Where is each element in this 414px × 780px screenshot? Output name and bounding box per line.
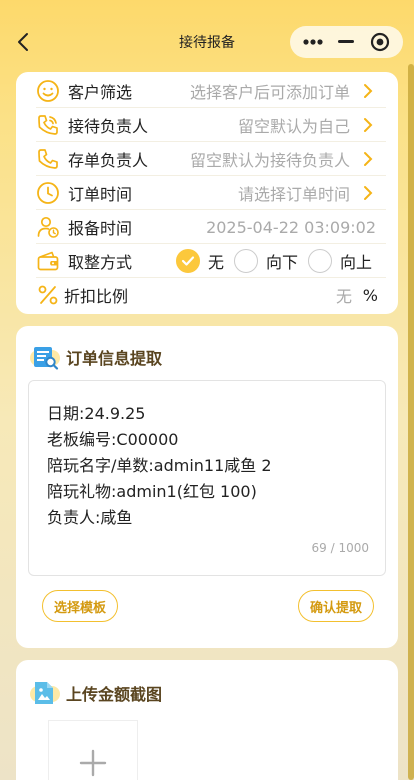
customer-filter-row[interactable]: 客户筛选 选择客户后可添加订单 bbox=[16, 74, 398, 108]
rounding-option-down[interactable]: 向下 bbox=[234, 249, 298, 273]
radio-unchecked-icon[interactable] bbox=[308, 249, 333, 273]
percent-icon bbox=[36, 283, 60, 307]
phone-icon bbox=[36, 147, 60, 171]
discount-label: 折扣比例 bbox=[64, 287, 129, 306]
rounding-option-up[interactable]: 向上 bbox=[308, 249, 372, 273]
chevron-right-icon bbox=[362, 117, 374, 133]
rounding-option-label: 无 bbox=[208, 253, 225, 272]
radio-unchecked-icon[interactable] bbox=[234, 249, 259, 273]
report-time-label: 报备时间 bbox=[68, 219, 133, 238]
confirm-extract-button[interactable]: 确认提取 bbox=[298, 590, 374, 622]
minimize-icon[interactable] bbox=[331, 30, 361, 54]
order-extract-card: 订单信息提取 日期:24.9.25 老板编号:C00000 陪玩名字/单数:ad… bbox=[16, 326, 398, 648]
customer-filter-value[interactable]: 选择客户后可添加订单 bbox=[190, 79, 350, 103]
text-line: 负责人:咸鱼 bbox=[47, 508, 133, 527]
rounding-option-none[interactable]: 无 bbox=[176, 249, 224, 273]
scrollbar[interactable] bbox=[408, 64, 414, 780]
phone-call-icon bbox=[36, 113, 60, 137]
wallet-icon bbox=[36, 249, 60, 273]
upload-card: 上传金额截图 bbox=[16, 660, 398, 780]
customer-filter-label: 客户筛选 bbox=[68, 83, 133, 102]
rounding-option-label: 向上 bbox=[340, 253, 373, 272]
chevron-right-icon bbox=[362, 83, 374, 99]
order-time-label: 订单时间 bbox=[68, 185, 133, 204]
rounding-row: 取整方式 无 向下 向上 bbox=[16, 244, 398, 278]
deposit-owner-row[interactable]: 存单负责人 留空默认为接待负责人 bbox=[16, 142, 398, 176]
select-template-button[interactable]: 选择模板 bbox=[42, 590, 118, 622]
order-time-row[interactable]: 订单时间 请选择订单时间 bbox=[16, 176, 398, 210]
char-counter: 69 / 1000 bbox=[311, 541, 369, 555]
discount-row: 折扣比例 无 % bbox=[16, 278, 398, 312]
upload-section-header: 上传金额截图 bbox=[30, 678, 162, 708]
text-line: 陪玩礼物:admin1(红包 100) bbox=[47, 482, 257, 501]
discount-input[interactable]: 无 bbox=[336, 283, 352, 307]
extract-section-title: 订单信息提取 bbox=[66, 349, 163, 368]
chevron-right-icon bbox=[362, 185, 374, 201]
radio-checked-icon[interactable] bbox=[176, 249, 200, 273]
mini-program-capsule bbox=[290, 26, 403, 58]
more-options-icon[interactable] bbox=[298, 30, 328, 54]
deposit-owner-label: 存单负责人 bbox=[68, 151, 149, 170]
order-time-value[interactable]: 请选择订单时间 bbox=[238, 181, 350, 205]
smile-face-icon bbox=[36, 79, 60, 103]
user-clock-icon bbox=[36, 215, 60, 239]
upload-image-button[interactable] bbox=[48, 720, 138, 780]
reception-owner-label: 接待负责人 bbox=[68, 117, 149, 136]
chevron-right-icon bbox=[362, 151, 374, 167]
close-target-icon[interactable] bbox=[365, 30, 395, 54]
text-line: 陪玩名字/单数:admin11咸鱼 2 bbox=[47, 456, 272, 475]
rounding-options: 无 向下 向上 bbox=[176, 249, 382, 273]
extract-section-header: 订单信息提取 bbox=[30, 342, 162, 372]
order-form-card: 客户筛选 选择客户后可添加订单 接待负责人 留空默认为自己 存单负责人 留空默认… bbox=[16, 72, 398, 314]
upload-section-title: 上传金额截图 bbox=[66, 685, 163, 704]
image-file-icon bbox=[30, 678, 60, 708]
document-search-icon bbox=[30, 342, 60, 372]
report-time-value: 2025-04-22 03:09:02 bbox=[206, 217, 376, 237]
rounding-label: 取整方式 bbox=[68, 253, 133, 272]
rounding-option-label: 向下 bbox=[266, 253, 299, 272]
report-time-row: 报备时间 2025-04-22 03:09:02 bbox=[16, 210, 398, 244]
reception-owner-value[interactable]: 留空默认为自己 bbox=[238, 113, 350, 137]
percent-unit: % bbox=[362, 285, 378, 305]
extract-textarea[interactable]: 日期:24.9.25 老板编号:C00000 陪玩名字/单数:admin11咸鱼… bbox=[28, 380, 386, 576]
plus-icon bbox=[79, 749, 107, 780]
deposit-owner-value[interactable]: 留空默认为接待负责人 bbox=[190, 147, 350, 171]
text-line: 老板编号:C00000 bbox=[47, 430, 179, 449]
clock-icon bbox=[36, 181, 60, 205]
reception-owner-row[interactable]: 接待负责人 留空默认为自己 bbox=[16, 108, 398, 142]
text-line: 日期:24.9.25 bbox=[47, 404, 146, 423]
